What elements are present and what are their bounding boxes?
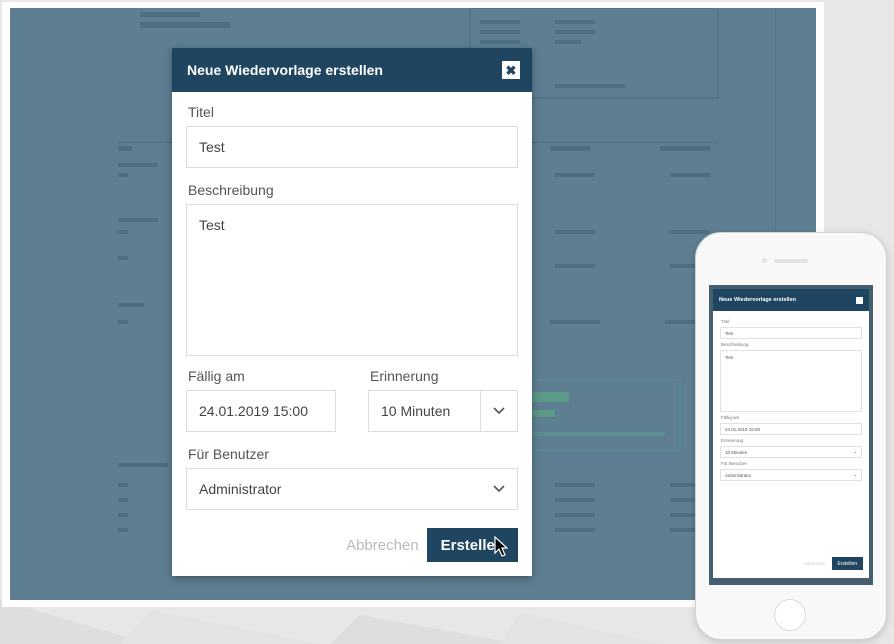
mobile-due-value: 24.01.2019 15:00 (725, 426, 761, 432)
mobile-title-label: Titel (721, 319, 730, 324)
mobile-create-button[interactable]: Erstellen (831, 557, 863, 570)
dialog-title: Neue Wiedervorlage erstellen (187, 62, 383, 78)
close-icon[interactable]: ✖ (502, 61, 520, 79)
mobile-due-input[interactable]: 24.01.2019 15:00 (720, 423, 862, 435)
dialog-footer: Abbrechen Erstellen (346, 528, 518, 562)
mouse-cursor-icon (494, 536, 508, 557)
description-label: Beschreibung (188, 182, 274, 198)
mobile-dialog-footer: Abbrechen Erstellen (804, 557, 863, 570)
description-textarea[interactable]: Test (186, 204, 518, 356)
reminder-value: 10 Minuten (381, 403, 451, 419)
new-reminder-dialog: Neue Wiedervorlage erstellen ✖ Titel Tes… (172, 48, 532, 576)
cancel-button[interactable]: Abbrechen (346, 537, 419, 554)
title-input-value: Test (199, 139, 225, 155)
due-date-value: 24.01.2019 15:00 (199, 403, 308, 419)
mobile-dialog-title: Neue Wiedervorlage erstellen (719, 297, 796, 303)
title-input[interactable]: Test (186, 126, 518, 168)
mobile-dialog-body: Titel Test Beschreibung Test Fällig am 2… (713, 311, 869, 481)
reminder-select[interactable]: 10 Minuten (368, 390, 518, 432)
mobile-title-input[interactable]: Test (720, 327, 862, 339)
title-label: Titel (188, 104, 214, 120)
chevron-down-icon: ⌄ (853, 449, 857, 454)
reminder-label: Erinnerung (370, 368, 439, 384)
mobile-user-value: Administrator (725, 472, 752, 478)
mobile-cancel-button[interactable]: Abbrechen (804, 561, 826, 566)
phone-camera (762, 258, 767, 263)
mobile-reminder-select[interactable]: 10 Minuten ⌄ (720, 446, 862, 458)
description-textarea-value: Test (199, 217, 225, 233)
mobile-description-textarea[interactable]: Test (720, 350, 862, 412)
chevron-down-icon (480, 391, 517, 431)
mobile-user-select[interactable]: Administrator ⌄ (720, 469, 862, 481)
phone-screen: Neue Wiedervorlage erstellen Titel Test … (709, 285, 873, 585)
mobile-close-icon[interactable] (856, 296, 863, 304)
mobile-due-label: Fällig am (721, 415, 740, 420)
chevron-down-icon: ⌄ (853, 472, 857, 477)
phone-mockup: Neue Wiedervorlage erstellen Titel Test … (695, 232, 887, 640)
mobile-reminder-label: Erinnerung (721, 438, 744, 443)
mobile-dialog: Neue Wiedervorlage erstellen Titel Test … (713, 289, 869, 578)
phone-home-button (774, 599, 806, 631)
due-date-input[interactable]: 24.01.2019 15:00 (186, 390, 336, 432)
user-value: Administrator (199, 481, 282, 497)
mobile-dialog-header: Neue Wiedervorlage erstellen (713, 289, 869, 311)
mobile-reminder-value: 10 Minuten (725, 449, 748, 455)
mobile-description-value: Test (725, 355, 734, 360)
mobile-title-value: Test (725, 330, 734, 336)
user-label: Für Benutzer (188, 446, 269, 462)
mobile-user-label: Für Benutzer (721, 461, 748, 466)
dialog-body: Titel Test Beschreibung Test Fällig am 2… (172, 92, 532, 510)
mobile-description-label: Beschreibung (721, 342, 749, 347)
dialog-header: Neue Wiedervorlage erstellen ✖ (172, 48, 532, 92)
phone-speaker (774, 259, 808, 263)
due-date-label: Fällig am (188, 368, 245, 384)
chevron-down-icon (481, 469, 517, 509)
user-select[interactable]: Administrator (186, 468, 518, 510)
